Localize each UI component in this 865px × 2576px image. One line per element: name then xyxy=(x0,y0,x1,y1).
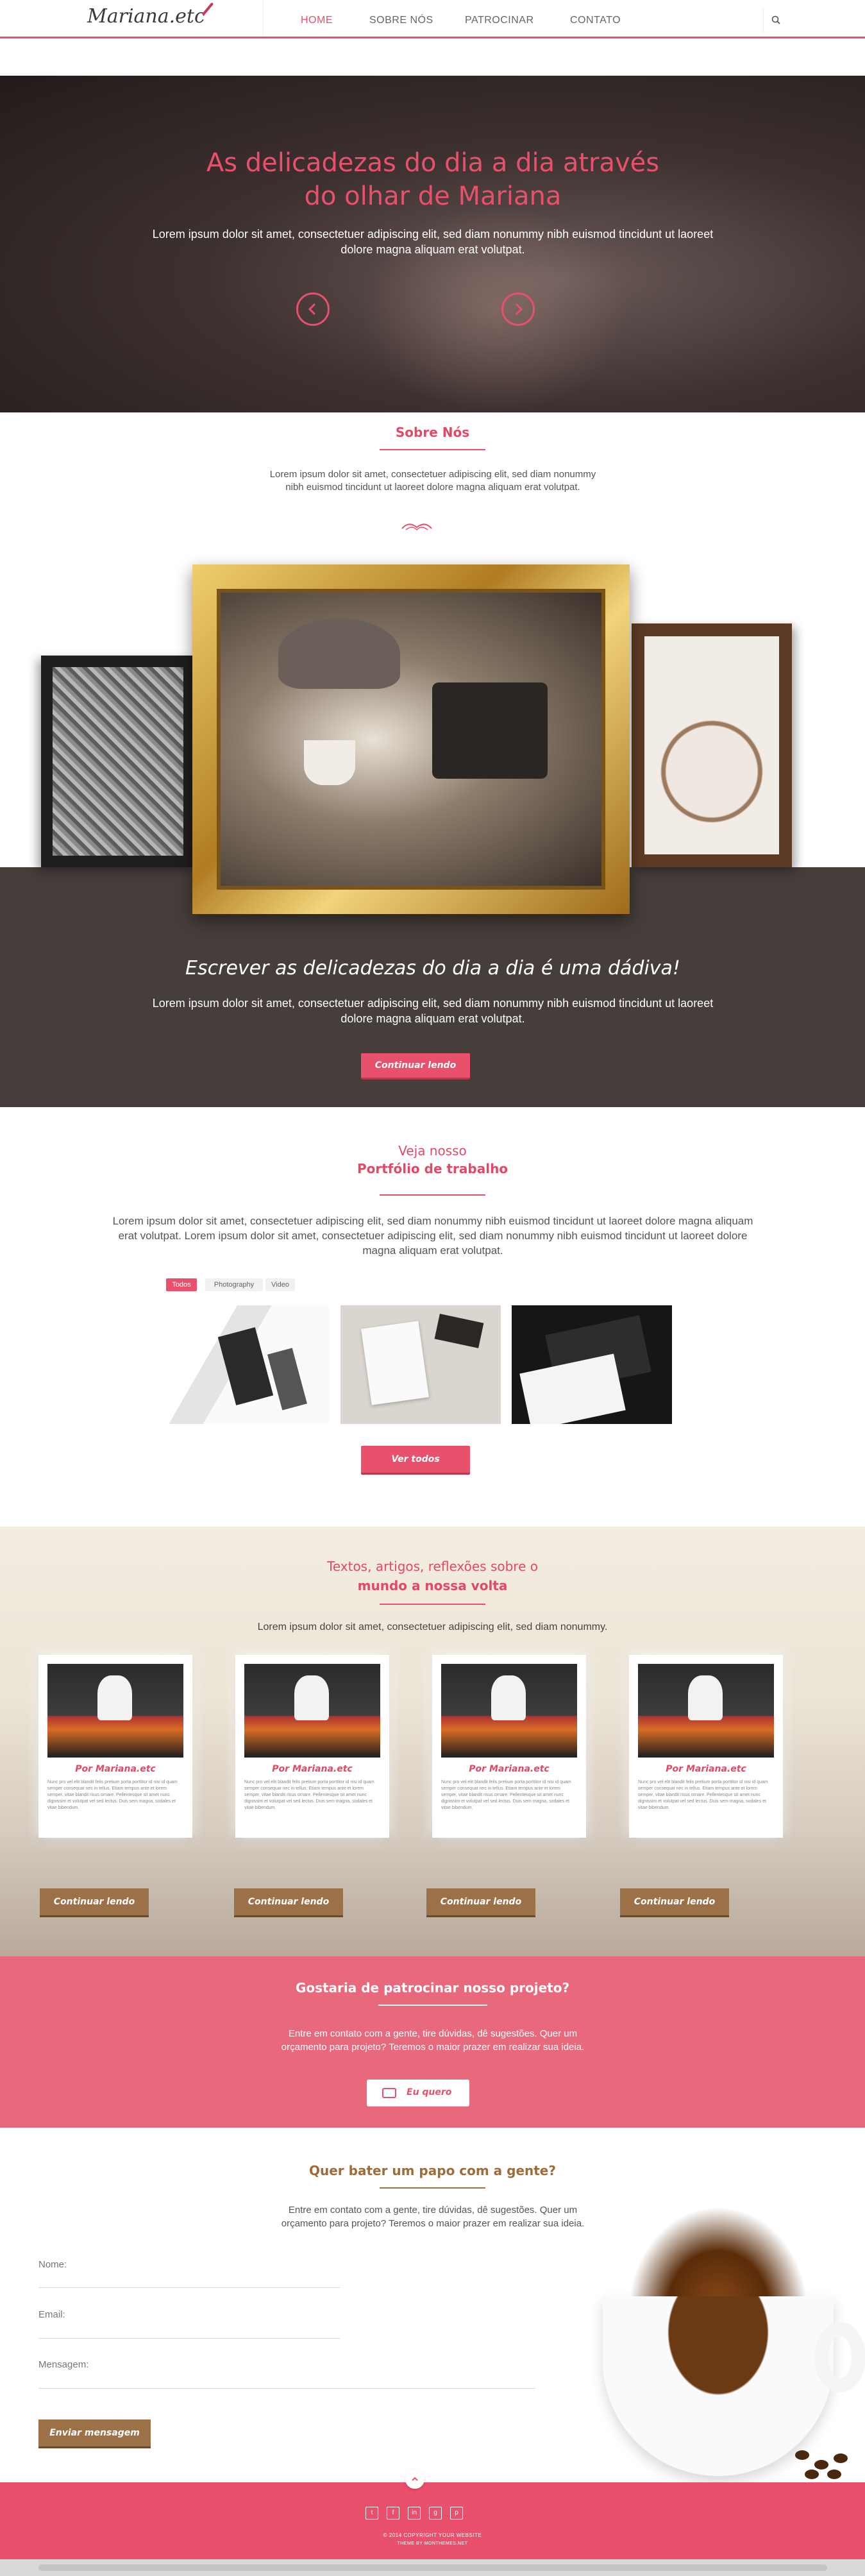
about-title: Sobre Nós xyxy=(395,425,470,440)
filter-todos[interactable]: Todos xyxy=(166,1278,197,1291)
copyright-text: © 2014 COPYRIGHT YOUR WEBSITE xyxy=(383,2532,482,2538)
article-author: Por Mariana.etc xyxy=(272,1764,353,1774)
photo-frame-center xyxy=(192,564,630,914)
portfolio-item[interactable] xyxy=(512,1305,672,1424)
chevron-up-icon xyxy=(412,2477,418,2481)
send-message-button[interactable]: Enviar mensagem xyxy=(38,2419,151,2446)
contact-divider xyxy=(380,2187,485,2189)
articles-title: mundo a nossa volta xyxy=(357,1578,508,1593)
photo-frame-right xyxy=(632,623,792,867)
portfolio-title: Portfólio de trabalho xyxy=(357,1161,508,1176)
portfolio-item[interactable] xyxy=(340,1305,501,1424)
nav-patrocinar[interactable]: PATROCINAR xyxy=(465,15,534,26)
pinterest-icon[interactable]: p xyxy=(450,2507,463,2520)
theme-credit: THEME BY MONTHEMES.NET xyxy=(397,2541,468,2546)
portfolio-pretitle: Veja nosso xyxy=(398,1143,467,1158)
sponsor-title: Gostaria de patrocinar nosso projeto? xyxy=(295,1980,570,1996)
logo[interactable]: Mariana.etc xyxy=(87,2,222,33)
article-excerpt: Nunc pro vel elit blandit felis pretium … xyxy=(244,1780,374,1810)
article-read-button[interactable]: Continuar lendo xyxy=(426,1888,535,1915)
typewriter-photo xyxy=(217,589,605,890)
ornament-icon xyxy=(401,523,432,531)
horizontal-scrollbar[interactable] xyxy=(0,2559,865,2576)
money-icon xyxy=(382,2088,396,2098)
filter-photography[interactable]: Photography xyxy=(205,1278,263,1291)
portfolio-item[interactable] xyxy=(169,1305,329,1424)
slider-prev-button[interactable] xyxy=(296,292,330,326)
articles-divider xyxy=(380,1604,485,1605)
highlight-title: Escrever as delicadezas do dia a dia é u… xyxy=(185,957,680,979)
google-plus-icon[interactable]: g xyxy=(429,2507,442,2520)
article-read-button[interactable]: Continuar lendo xyxy=(40,1888,149,1915)
email-underline xyxy=(38,2338,340,2339)
about-text: Lorem ipsum dolor sit amet, consectetuer… xyxy=(269,469,596,493)
back-to-top-button[interactable] xyxy=(405,2470,424,2489)
search-button[interactable] xyxy=(763,8,789,33)
article-read-button[interactable]: Continuar lendo xyxy=(234,1888,343,1915)
logo-text: Mariana.etc xyxy=(87,5,205,28)
chevron-left-icon xyxy=(308,303,316,316)
contact-title: Quer bater um papo com a gente? xyxy=(309,2163,556,2178)
facebook-icon[interactable]: f xyxy=(387,2507,399,2520)
name-label: Nome: xyxy=(38,2259,67,2270)
slider-next-button[interactable] xyxy=(501,292,535,326)
nav-contato[interactable]: CONTATO xyxy=(570,15,621,26)
articles-pretitle: Textos, artigos, reflexões sobre o xyxy=(327,1559,538,1574)
name-field[interactable] xyxy=(103,2255,340,2273)
main-nav: HOME SOBRE NÓS PATROCINAR CONTATO xyxy=(263,0,763,37)
filter-video[interactable]: Video xyxy=(265,1278,295,1291)
hero-slider: As delicadezas do dia a dia através do o… xyxy=(0,76,865,412)
article-card[interactable]: Por Mariana.etc Nunc pro vel elit blandi… xyxy=(629,1655,783,1838)
see-all-button[interactable]: Ver todos xyxy=(361,1446,470,1473)
article-card[interactable]: Por Mariana.etc Nunc pro vel elit blandi… xyxy=(432,1655,586,1838)
hero-text: Lorem ipsum dolor sit amet, consectetuer… xyxy=(152,228,714,256)
site-header: Mariana.etc HOME SOBRE NÓS PATROCINAR CO… xyxy=(0,0,865,38)
article-excerpt: Nunc pro vel elit blandit felis pretium … xyxy=(638,1780,768,1810)
photo-frame-left xyxy=(41,656,195,867)
article-card[interactable]: Por Mariana.etc Nunc pro vel elit blandi… xyxy=(38,1655,192,1838)
message-label: Mensagem: xyxy=(38,2359,89,2370)
nav-home[interactable]: HOME xyxy=(301,15,333,26)
article-image xyxy=(441,1664,577,1758)
portfolio-text: Lorem ipsum dolor sit amet, consectetuer… xyxy=(112,1215,753,1257)
linkedin-icon[interactable]: in xyxy=(408,2507,421,2520)
article-author: Por Mariana.etc xyxy=(666,1764,746,1774)
coffee-splash-image xyxy=(513,2130,865,2482)
highlight-text: Lorem ipsum dolor sit amet, consectetuer… xyxy=(152,997,714,1025)
chevron-right-icon xyxy=(515,303,523,316)
article-excerpt: Nunc pro vel elit blandit felis pretium … xyxy=(441,1780,571,1810)
continue-reading-button[interactable]: Continuar lendo xyxy=(361,1053,470,1078)
nav-sobre-nos[interactable]: SOBRE NÓS xyxy=(369,15,433,26)
message-field[interactable] xyxy=(103,2355,513,2373)
article-card[interactable]: Por Mariana.etc Nunc pro vel elit blandi… xyxy=(235,1655,389,1838)
article-author: Por Mariana.etc xyxy=(469,1764,550,1774)
search-icon xyxy=(771,15,780,24)
article-excerpt: Nunc pro vel elit blandit felis pretium … xyxy=(47,1780,178,1810)
hero-title: As delicadezas do dia a dia através do o… xyxy=(206,148,660,211)
twitter-icon[interactable]: t xyxy=(365,2507,378,2520)
sponsor-divider xyxy=(378,2004,487,2006)
portfolio-divider xyxy=(380,1194,485,1196)
article-read-button[interactable]: Continuar lendo xyxy=(620,1888,729,1915)
name-underline xyxy=(38,2287,340,2288)
coffee-photo xyxy=(644,636,779,854)
article-image xyxy=(47,1664,183,1758)
sponsor-button[interactable]: Eu quero xyxy=(367,2080,469,2106)
article-author: Por Mariana.etc xyxy=(75,1764,156,1774)
sponsor-text: Entre em contato com a gente, tire dúvid… xyxy=(281,2028,585,2053)
contact-text: Entre em contato com a gente, tire dúvid… xyxy=(281,2205,585,2229)
article-image xyxy=(244,1664,380,1758)
crowd-photo xyxy=(53,667,183,856)
articles-text: Lorem ipsum dolor sit amet, consectetuer… xyxy=(257,1622,608,1632)
email-field[interactable] xyxy=(103,2305,340,2323)
email-label: Email: xyxy=(38,2309,65,2320)
message-underline xyxy=(38,2388,535,2389)
article-image xyxy=(638,1664,774,1758)
scrollbar-thumb[interactable] xyxy=(38,2564,827,2571)
about-divider xyxy=(380,449,485,450)
